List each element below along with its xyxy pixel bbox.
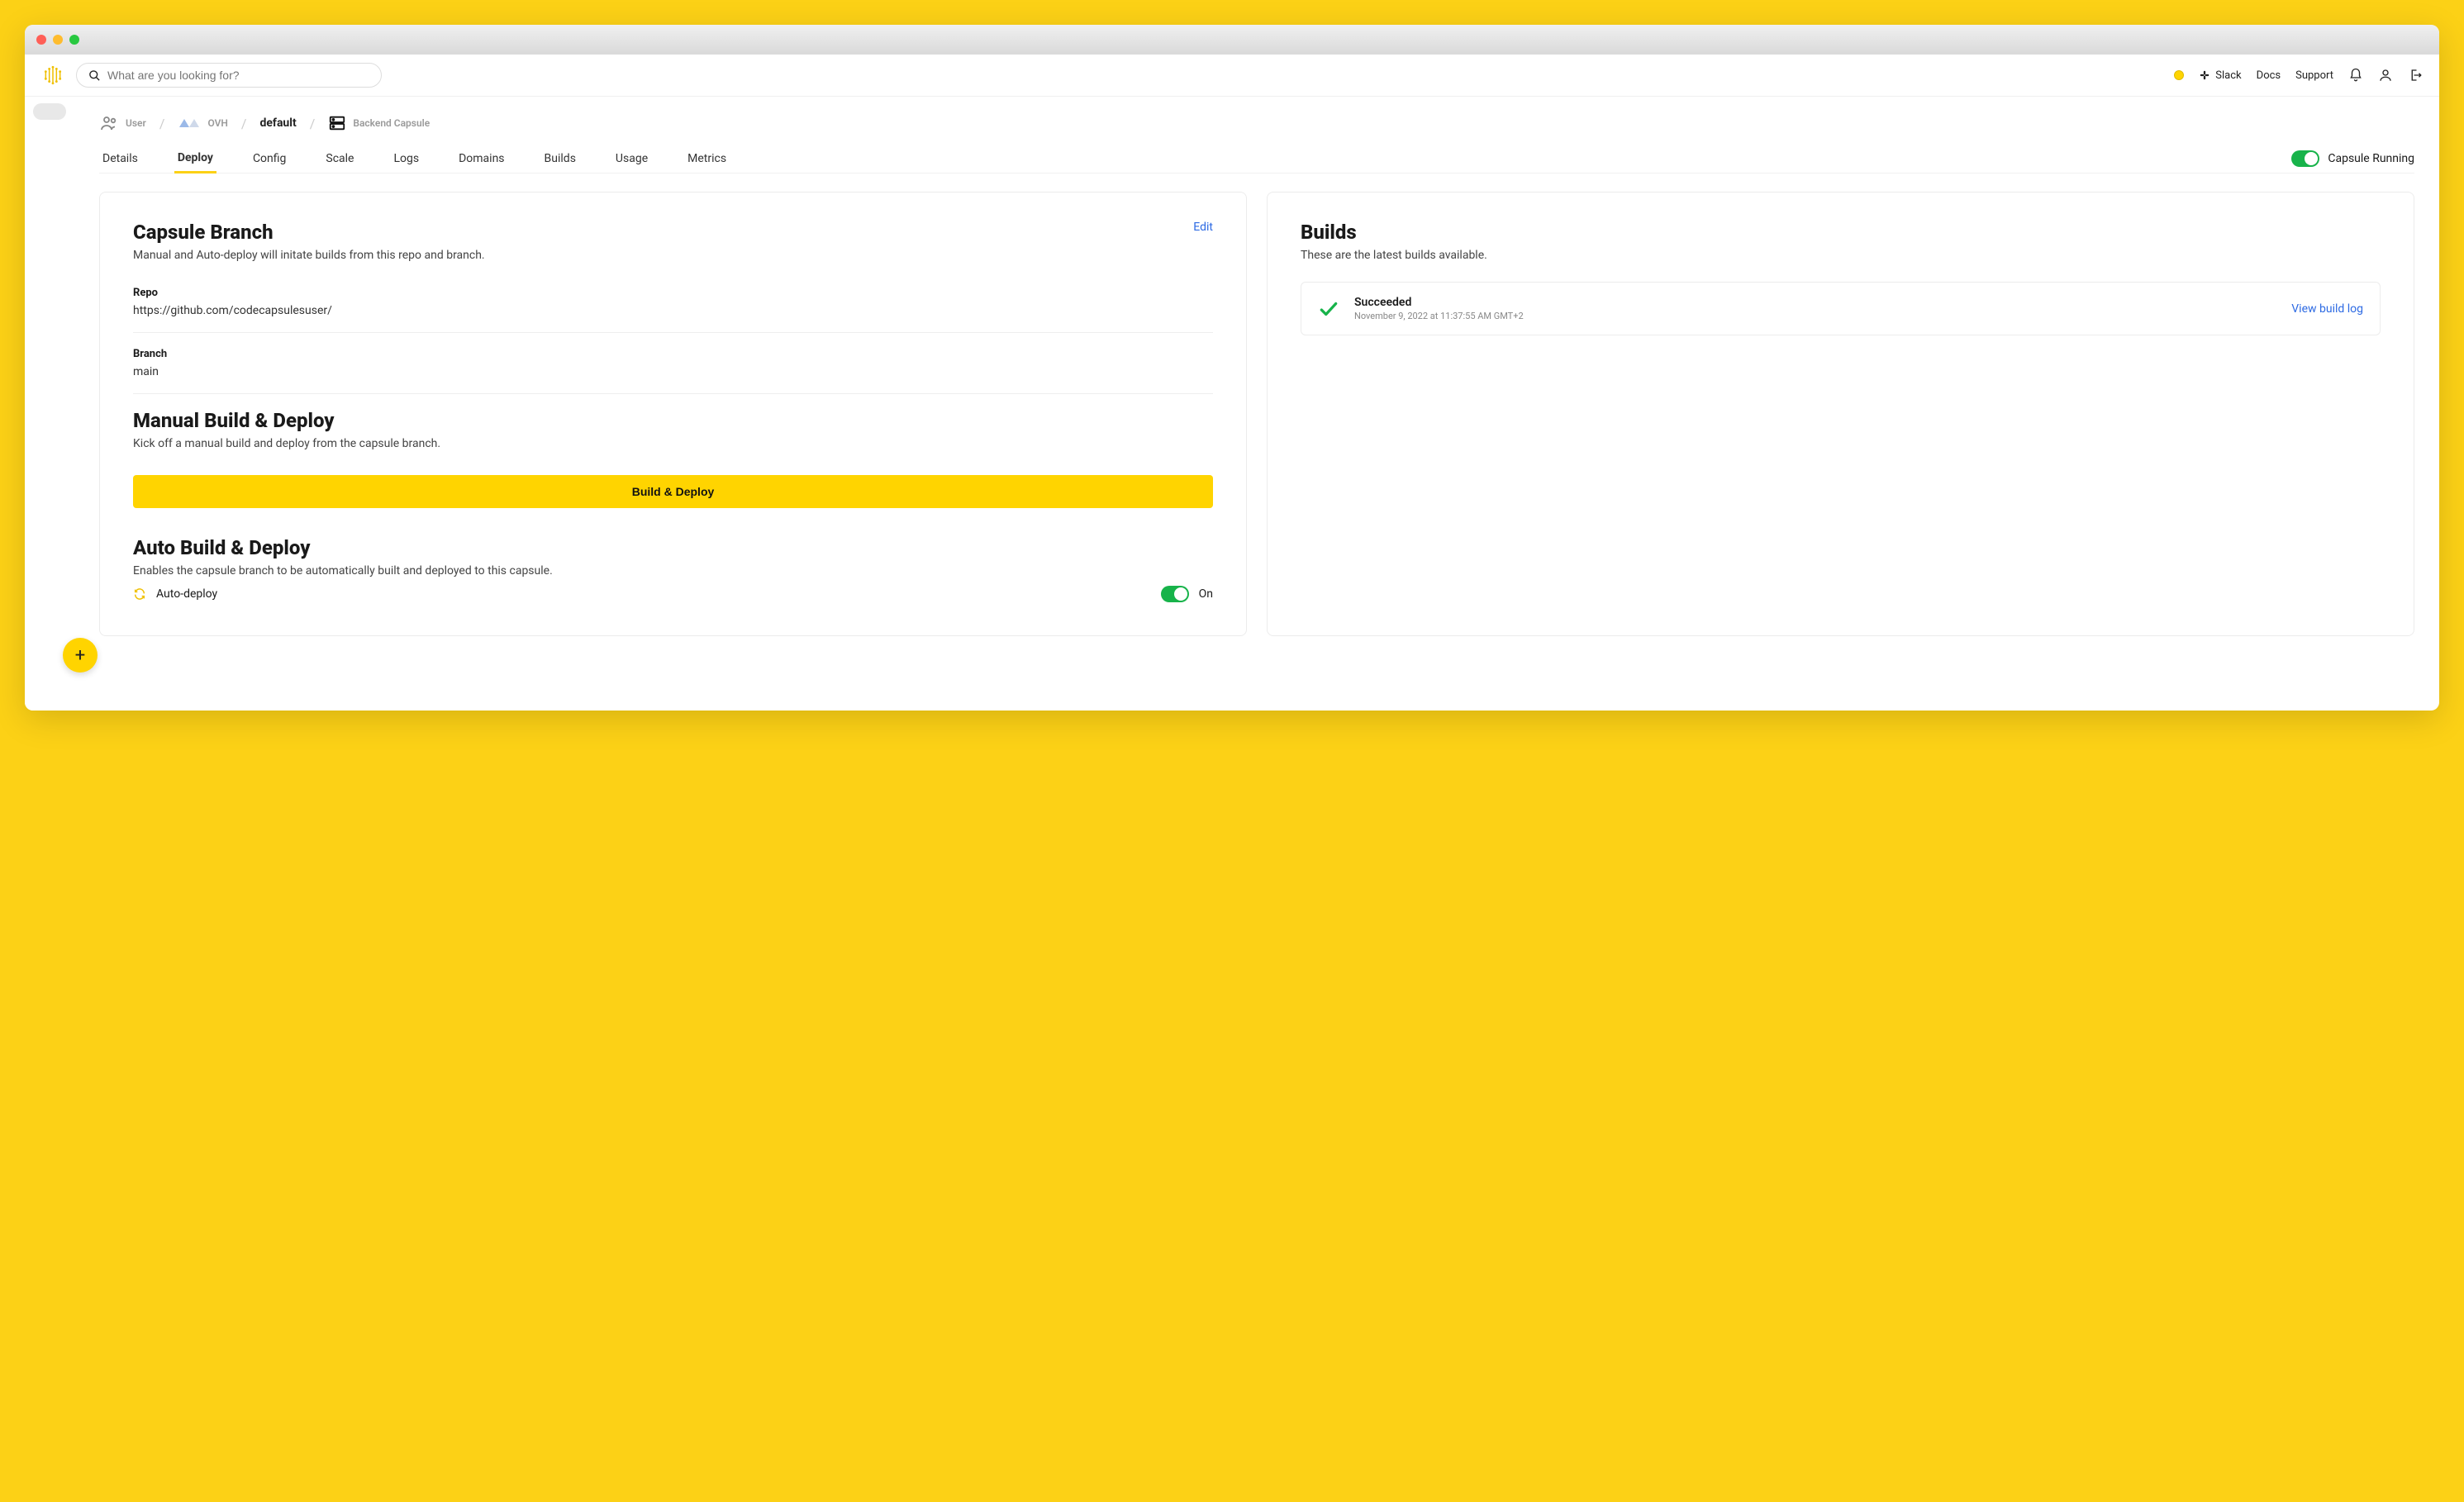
- breadcrumb-user[interactable]: User: [99, 113, 146, 133]
- auto-deploy-label: Auto-deploy: [156, 587, 217, 601]
- breadcrumb: User / OVH / default /: [99, 105, 2414, 145]
- tab-usage[interactable]: Usage: [612, 145, 651, 172]
- auto-deploy-state: On: [1199, 587, 1213, 601]
- window-titlebar: [25, 25, 2439, 55]
- auto-subtitle: Enables the capsule branch to be automat…: [133, 564, 1213, 578]
- success-check-icon: [1318, 298, 1339, 320]
- edit-branch-link[interactable]: Edit: [1193, 221, 1213, 234]
- breadcrumb-workspace-label: default: [259, 116, 296, 130]
- breadcrumb-capsule-label: Backend Capsule: [353, 117, 430, 129]
- server-icon: [328, 114, 346, 132]
- builds-subtitle: These are the latest builds available.: [1301, 249, 2381, 262]
- user-icon[interactable]: [2378, 68, 2393, 83]
- tab-details[interactable]: Details: [99, 145, 141, 172]
- search-input[interactable]: [107, 69, 369, 82]
- search-box[interactable]: [76, 63, 382, 88]
- slack-icon: [2199, 69, 2210, 81]
- notifications-icon[interactable]: [2348, 68, 2363, 83]
- search-icon: [88, 69, 101, 82]
- support-link-label: Support: [2295, 69, 2333, 82]
- left-sidebar: [25, 97, 74, 711]
- build-status: Succeeded: [1354, 296, 2276, 309]
- main-content: User / OVH / default /: [74, 97, 2439, 711]
- tab-deploy[interactable]: Deploy: [174, 145, 216, 173]
- build-row: Succeeded November 9, 2022 at 11:37:55 AM…: [1301, 282, 2381, 335]
- capsule-status: Capsule Running: [2291, 150, 2414, 167]
- auto-deploy-toggle[interactable]: [1161, 586, 1189, 602]
- status-dot-icon[interactable]: [2174, 70, 2184, 80]
- support-link[interactable]: Support: [2295, 69, 2333, 82]
- auto-title: Auto Build & Deploy: [133, 536, 1213, 559]
- breadcrumb-workspace[interactable]: default: [259, 116, 296, 130]
- brand-logo-icon[interactable]: [41, 64, 64, 87]
- breadcrumb-user-label: User: [126, 117, 146, 129]
- breadcrumb-provider-label: OVH: [207, 117, 227, 129]
- capsule-status-label: Capsule Running: [2328, 152, 2414, 165]
- builds-title: Builds: [1301, 221, 2381, 244]
- deploy-panel: Capsule Branch Manual and Auto-deploy wi…: [99, 192, 1247, 636]
- build-timestamp: November 9, 2022 at 11:37:55 AM GMT+2: [1354, 311, 2276, 321]
- manual-title: Manual Build & Deploy: [133, 409, 1213, 432]
- repo-label: Repo: [133, 287, 1213, 299]
- refresh-icon: [133, 587, 146, 601]
- capsule-branch-title: Capsule Branch: [133, 221, 485, 244]
- tab-scale[interactable]: Scale: [322, 145, 357, 172]
- manual-subtitle: Kick off a manual build and deploy from …: [133, 437, 1213, 450]
- tab-bar: Details Deploy Config Scale Logs Domains Build…: [99, 145, 2414, 173]
- breadcrumb-provider[interactable]: OVH: [178, 116, 227, 131]
- builds-panel: Builds These are the latest builds avail…: [1267, 192, 2414, 636]
- breadcrumb-separator: /: [159, 116, 165, 131]
- breadcrumb-separator: /: [241, 116, 247, 131]
- breadcrumb-capsule[interactable]: Backend Capsule: [328, 114, 430, 132]
- tab-builds[interactable]: Builds: [541, 145, 579, 172]
- build-deploy-button[interactable]: Build & Deploy: [133, 475, 1213, 508]
- capsule-branch-subtitle: Manual and Auto-deploy will initate buil…: [133, 249, 485, 262]
- repo-value: https://github.com/codecapsulesuser/: [133, 304, 1213, 333]
- sidebar-collapsed-item[interactable]: [33, 103, 66, 120]
- branch-label: Branch: [133, 348, 1213, 360]
- tab-logs[interactable]: Logs: [390, 145, 422, 172]
- plus-icon: +: [75, 645, 85, 666]
- docs-link-label: Docs: [2257, 69, 2281, 82]
- breadcrumb-separator: /: [310, 116, 316, 131]
- slack-link-label: Slack: [2215, 69, 2241, 82]
- tab-domains[interactable]: Domains: [455, 145, 507, 172]
- top-bar: Slack Docs Support: [25, 55, 2439, 97]
- capsule-running-toggle[interactable]: [2291, 150, 2319, 167]
- add-fab-button[interactable]: +: [63, 638, 98, 673]
- window-minimize-button[interactable]: [53, 35, 63, 45]
- slack-link[interactable]: Slack: [2199, 69, 2241, 82]
- window-maximize-button[interactable]: [69, 35, 79, 45]
- docs-link[interactable]: Docs: [2257, 69, 2281, 82]
- logout-icon[interactable]: [2408, 68, 2423, 83]
- branch-value: main: [133, 365, 1213, 394]
- provider-icon: [178, 116, 201, 131]
- tab-config[interactable]: Config: [250, 145, 289, 172]
- window-close-button[interactable]: [36, 35, 46, 45]
- tab-metrics[interactable]: Metrics: [684, 145, 730, 172]
- app-window: Slack Docs Support: [25, 25, 2439, 711]
- view-build-log-link[interactable]: View build log: [2291, 302, 2363, 316]
- users-icon: [99, 113, 119, 133]
